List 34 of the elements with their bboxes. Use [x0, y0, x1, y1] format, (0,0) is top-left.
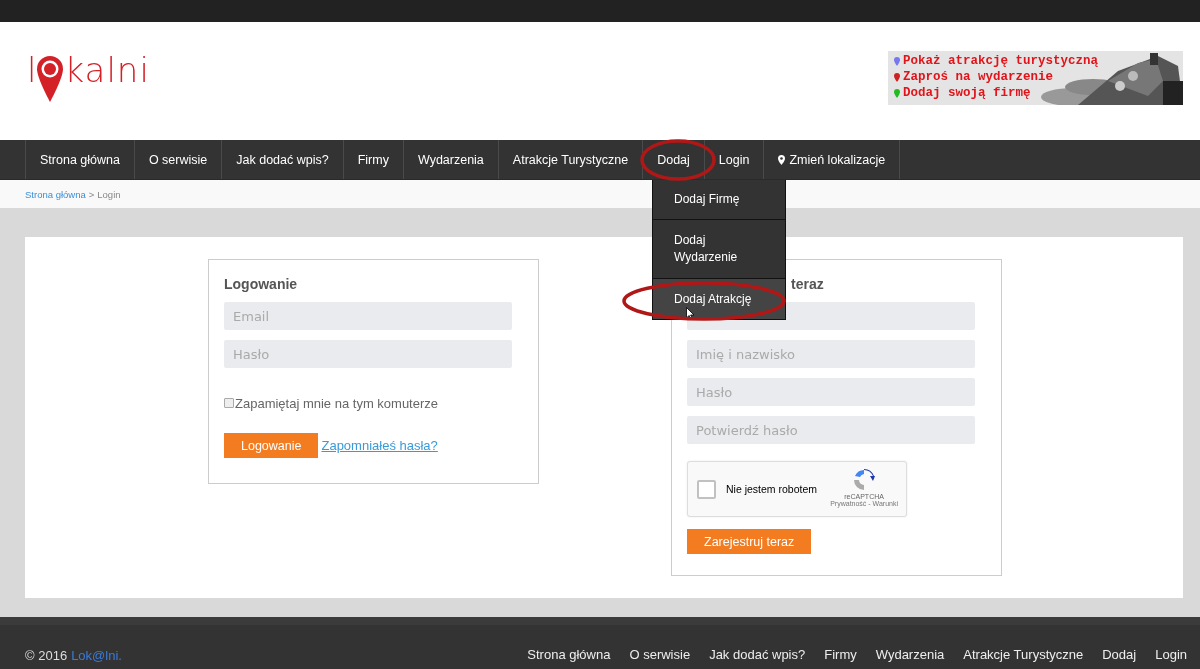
dropdown-item[interactable]: Dodaj Firmę: [653, 180, 785, 220]
nav-item[interactable]: Wydarzenia: [403, 140, 499, 179]
input-field[interactable]: Potwierdź hasło: [687, 416, 975, 444]
footer-link[interactable]: O serwisie: [629, 646, 691, 662]
breadcrumb-separator: >: [88, 188, 95, 200]
nav-item[interactable]: Atrakcje Turystyczne: [498, 140, 644, 179]
banner-text: Pokaż atrakcję turystyczną: [903, 54, 1099, 68]
footer-link[interactable]: Jak dodać wpis?: [709, 646, 806, 662]
panel-title: Logowanie: [224, 276, 299, 294]
footer-link[interactable]: Login: [1155, 646, 1187, 662]
checkbox-label: Zapamiętaj mnie na tym komuterze: [235, 396, 439, 411]
input-field[interactable]: Hasło: [224, 340, 512, 368]
logo-text[interactable]: l: [27, 50, 38, 90]
nav-item[interactable]: Strona główna: [25, 140, 135, 179]
nav-item[interactable]: Login: [704, 140, 765, 179]
captcha-label: Nie jestem robotem: [726, 483, 818, 495]
nav-item[interactable]: Jak dodać wpis?: [222, 140, 344, 179]
nav-item[interactable]: O serwisie: [134, 140, 223, 179]
input-field[interactable]: Email: [224, 302, 512, 330]
footer-link[interactable]: Atrakcje Turystyczne: [963, 646, 1084, 662]
footer-link[interactable]: Firmy: [824, 646, 857, 662]
footer-link[interactable]: Dodaj: [1102, 646, 1137, 662]
nav-item[interactable]: Zmień lokalizacje: [764, 140, 901, 179]
banner-text: Zaproś na wydarzenie: [903, 70, 1054, 84]
footer-link[interactable]: Wydarzenia: [875, 646, 945, 662]
input-field[interactable]: Hasło: [687, 378, 975, 406]
breadcrumb-current: Login: [97, 188, 121, 200]
nav-item[interactable]: Firmy: [343, 140, 404, 179]
panel-title: teraz: [791, 276, 824, 292]
breadcrumb-link[interactable]: Strona główna: [25, 188, 86, 200]
banner-text: Dodaj swoją firmę: [903, 86, 1031, 100]
footer-link[interactable]: Strona główna: [527, 646, 611, 662]
logo-text[interactable]: kalni: [64, 50, 150, 90]
copyright-text: © 2016: [25, 647, 68, 663]
